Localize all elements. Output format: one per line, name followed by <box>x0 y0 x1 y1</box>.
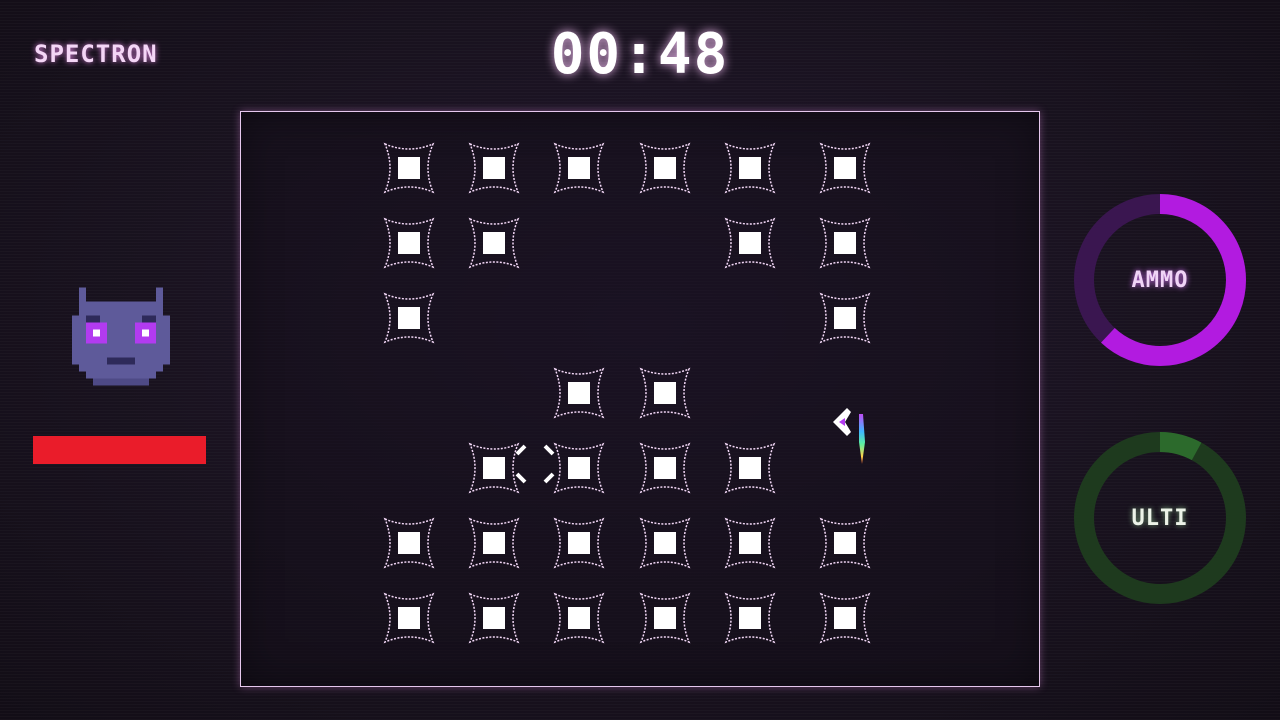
ammo-label: AMMO <box>1131 267 1189 293</box>
destructible-block <box>381 515 437 571</box>
destructible-block <box>466 590 522 646</box>
destructible-block <box>637 365 693 421</box>
destructible-block <box>551 140 607 196</box>
destructible-block <box>722 590 778 646</box>
demon-face-icon <box>72 287 170 393</box>
destructible-block <box>817 140 873 196</box>
destructible-block <box>381 590 437 646</box>
destructible-block <box>722 515 778 571</box>
spaceship-icon <box>829 402 873 466</box>
destructible-block <box>722 215 778 271</box>
destructible-block <box>637 515 693 571</box>
destructible-block <box>466 440 522 496</box>
destructible-block <box>466 515 522 571</box>
boss-health-bar <box>33 436 206 464</box>
destructible-block <box>817 515 873 571</box>
destructible-block <box>722 140 778 196</box>
ulti-gauge: ULTI <box>1072 430 1248 606</box>
destructible-block <box>637 140 693 196</box>
destructible-block <box>381 215 437 271</box>
destructible-block <box>817 290 873 346</box>
ammo-gauge: AMMO <box>1072 192 1248 368</box>
destructible-block <box>466 215 522 271</box>
destructible-block <box>551 440 607 496</box>
destructible-block <box>381 290 437 346</box>
destructible-block <box>551 365 607 421</box>
destructible-block <box>817 215 873 271</box>
destructible-block <box>637 590 693 646</box>
destructible-block <box>551 590 607 646</box>
destructible-block <box>551 515 607 571</box>
boss-health-fill <box>33 436 206 464</box>
destructible-block <box>817 590 873 646</box>
destructible-block <box>637 440 693 496</box>
destructible-block <box>722 440 778 496</box>
round-timer: 00:48 <box>550 22 730 87</box>
destructible-block <box>466 140 522 196</box>
ulti-label: ULTI <box>1131 505 1189 531</box>
destructible-block <box>381 140 437 196</box>
game-arena <box>240 111 1040 687</box>
